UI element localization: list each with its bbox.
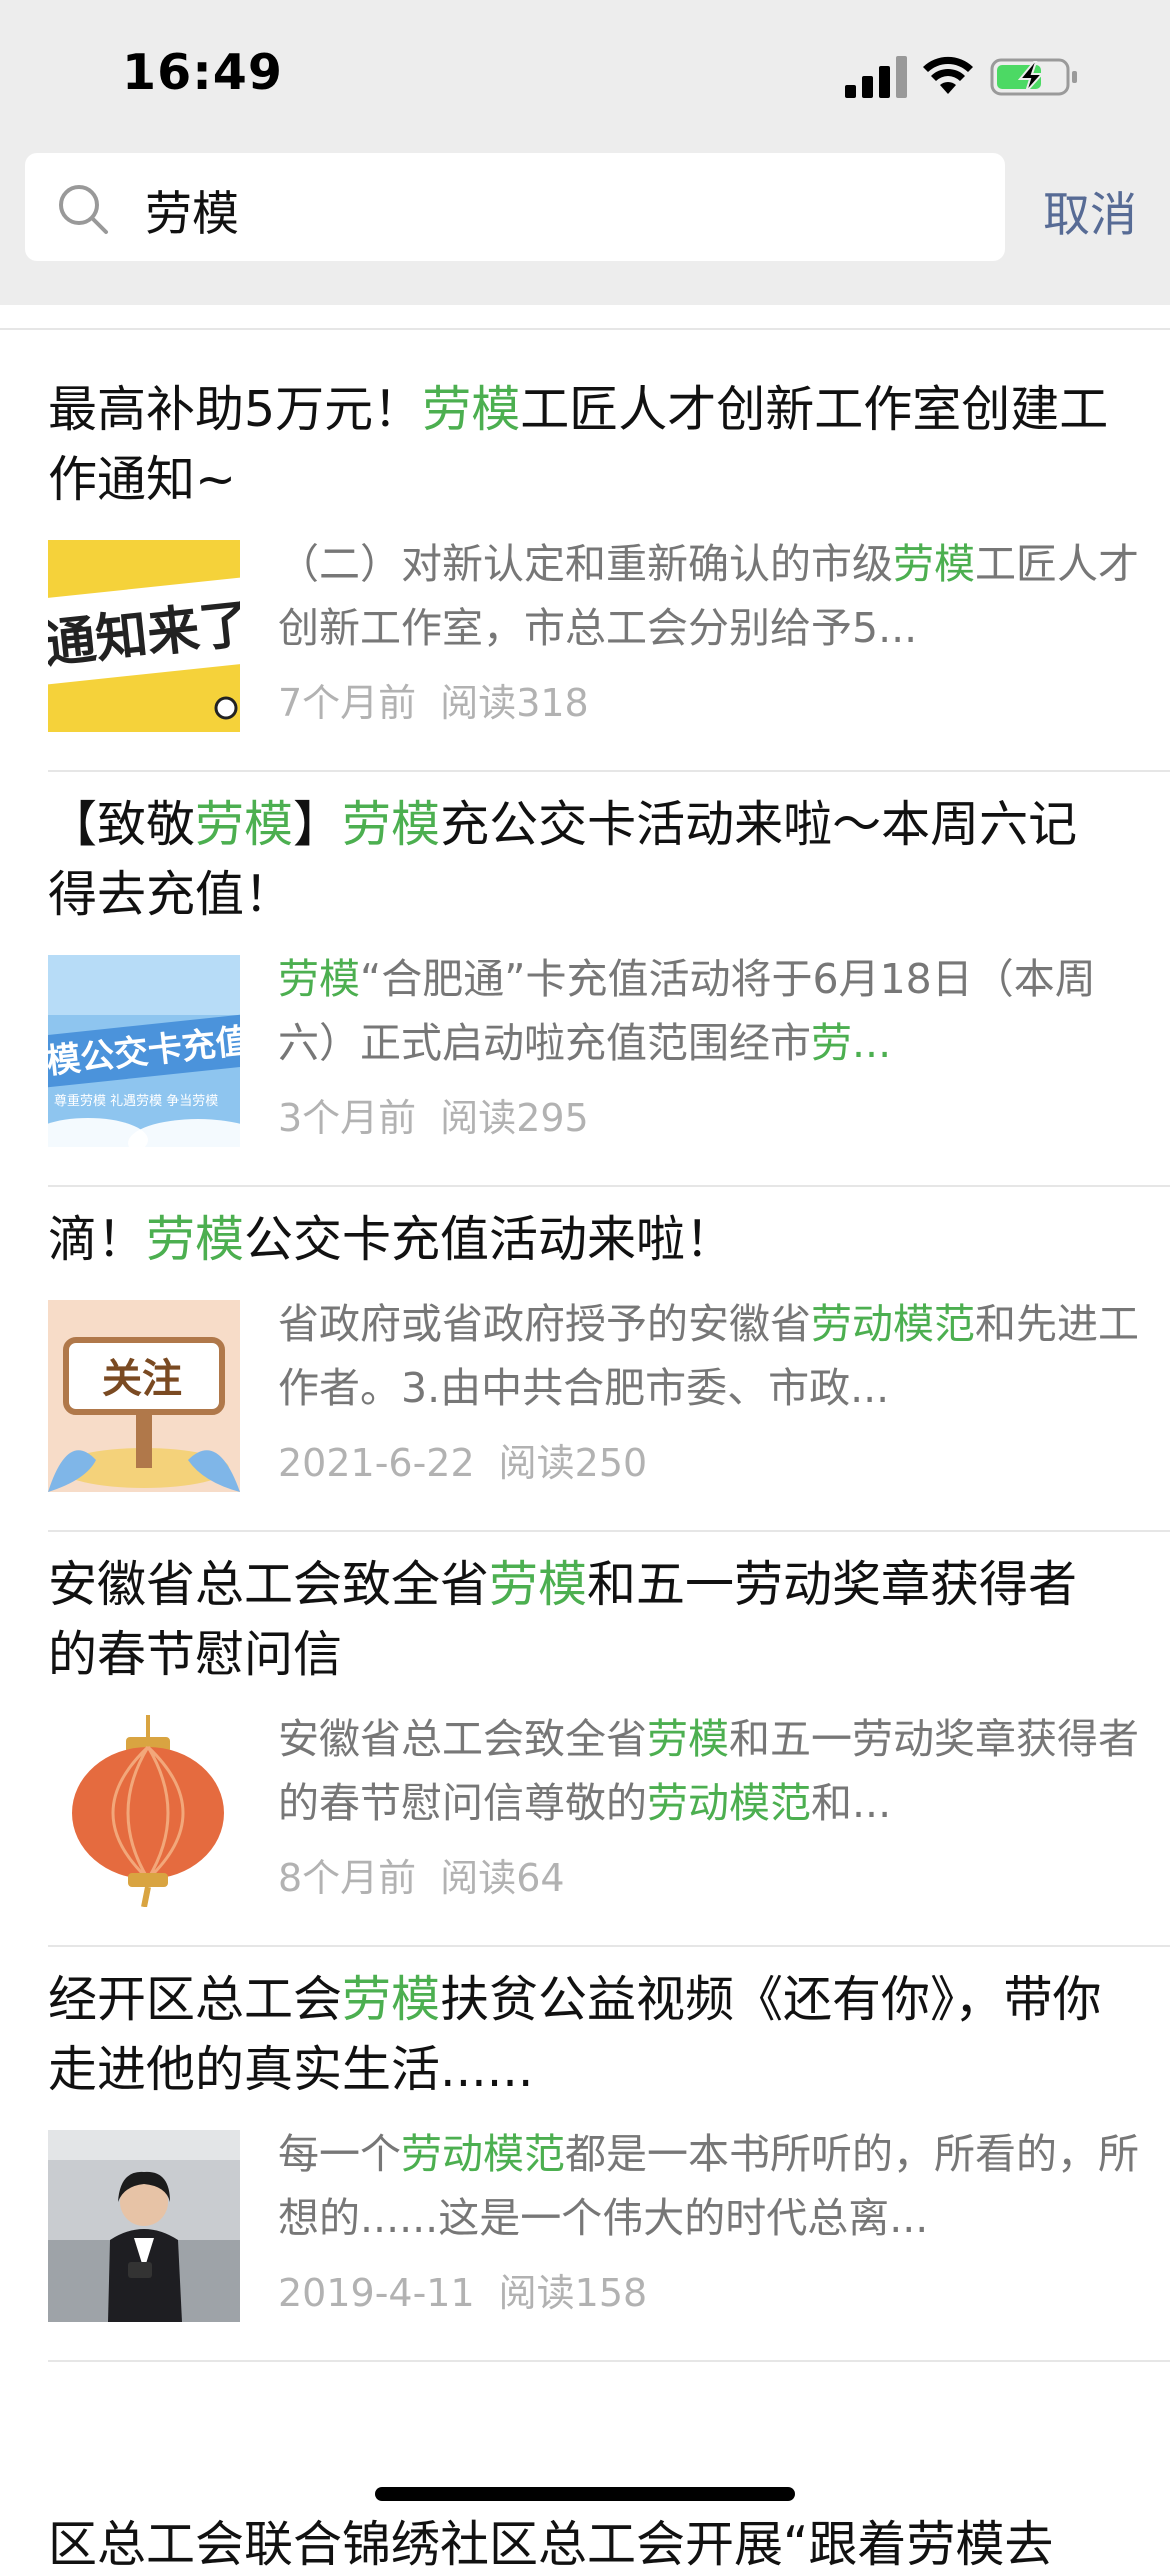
svg-text:尊重劳模 礼遇劳模 争当劳模: 尊重劳模 礼遇劳模 争当劳模 [54, 1093, 218, 1109]
result-read-count: 阅读64 [440, 1856, 565, 1900]
search-input[interactable]: 劳模 [25, 153, 1005, 261]
home-indicator [375, 2487, 795, 2501]
keyword-highlight: 劳动模范 [647, 1779, 811, 1827]
keyword-highlight: 劳模 [195, 796, 294, 853]
title-text: 经开区总工会 [48, 1971, 343, 2028]
keyword-highlight: 劳... [811, 1019, 892, 1067]
keyword-highlight: 劳模 [146, 1211, 245, 1268]
result-time: 8个月前 [278, 1856, 417, 1900]
summary-text: “合肥通”卡充值活动将于6月18日（本周六）正式启动啦充值范围经市 [278, 955, 1096, 1067]
result-time: 2019-4-11 [278, 2271, 475, 2315]
result-thumbnail: 模公交卡充值 尊重劳模 礼遇劳模 争当劳模 [48, 955, 240, 1147]
title-text: 滴！ [48, 1211, 147, 1268]
result-meta: 2021-6-22 阅读250 [278, 1432, 647, 1487]
keyword-highlight: 劳模 [342, 796, 441, 853]
result-item[interactable]: 经开区总工会劳模扶贫公益视频《还有你》，带你走进他的真实生活...... 每一个… [48, 1947, 1170, 2362]
result-meta: 7个月前 阅读318 [278, 672, 589, 727]
keyword-highlight: 劳模 [489, 1556, 588, 1613]
result-title: 安徽省总工会致全省劳模和五一劳动奖章获得者的春节慰问信 [48, 1532, 1120, 1690]
keyword-highlight: 劳模 [278, 955, 360, 1003]
partial-result-title[interactable]: 区总工会联合锦绣社区总工会开展“跟着劳模去 [48, 2505, 1053, 2576]
battery-charging-icon [990, 58, 1077, 96]
title-text: 【致敬 [48, 796, 196, 853]
result-summary: 劳模“合肥通”卡充值活动将于6月18日（本周六）正式启动啦充值范围经市劳... [278, 947, 1148, 1075]
result-summary: 安徽省总工会致全省劳模和五一劳动奖章获得者的春节慰问信尊敬的劳动模范和... [278, 1707, 1148, 1835]
title-text: 安徽省总工会致全省 [48, 1556, 490, 1613]
search-icon [59, 185, 108, 234]
result-time: 2021-6-22 [278, 1441, 475, 1485]
keyword-highlight: 劳模 [893, 540, 975, 588]
title-text: 最高补助5万元！ [48, 381, 423, 438]
result-item[interactable]: 滴！劳模公交卡充值活动来啦！ 关注 省政府或省政府授予的安徽省劳动模范和先进工作… [48, 1187, 1170, 1532]
result-title: 最高补助5万元！劳模工匠人才创新工作室创建工作通知~ [48, 357, 1120, 515]
divider [0, 328, 1170, 357]
keyword-highlight: 劳动模范 [401, 2130, 565, 2178]
search-bar: 劳模 取消 [0, 150, 1170, 270]
result-item[interactable]: 最高补助5万元！劳模工匠人才创新工作室创建工作通知~ 通知来了 （二）对新认定和… [48, 357, 1170, 772]
keyword-highlight: 劳模 [647, 1715, 729, 1763]
result-item[interactable]: 【致敬劳模】劳模充公交卡活动来啦～本周六记得去充值！ 模公交卡充值 尊重劳模 礼… [48, 772, 1170, 1187]
cellular-signal-icon [845, 54, 907, 98]
summary-text: 和... [811, 1779, 892, 1827]
title-text: 公交卡充值活动来啦！ [244, 1211, 735, 1268]
wifi-icon [923, 56, 973, 94]
result-title: 【致敬劳模】劳模充公交卡活动来啦～本周六记得去充值！ [48, 772, 1120, 930]
result-summary: （二）对新认定和重新确认的市级劳模工匠人才创新工作室，市总工会分别给予5... [278, 532, 1148, 660]
result-thumbnail: 关注 [48, 1300, 240, 1492]
result-title: 滴！劳模公交卡充值活动来啦！ [48, 1187, 1120, 1275]
keyword-highlight: 劳动模范 [811, 1300, 975, 1348]
result-thumbnail [48, 1715, 240, 1907]
result-meta: 2019-4-11 阅读158 [278, 2262, 647, 2317]
result-thumbnail: 通知来了 [48, 540, 240, 732]
result-thumbnail [48, 2130, 240, 2322]
keyword-highlight: 劳模 [422, 381, 521, 438]
keyword-highlight: 劳模 [342, 1971, 441, 2028]
summary-text: 每一个 [278, 2130, 401, 2178]
result-time: 3个月前 [278, 1096, 417, 1140]
result-summary: 省政府或省政府授予的安徽省劳动模范和先进工作者。3.由中共合肥市委、市政... [278, 1292, 1148, 1420]
svg-text:关注: 关注 [102, 1356, 182, 1402]
result-read-count: 阅读295 [440, 1096, 589, 1140]
search-results-list: 最高补助5万元！劳模工匠人才创新工作室创建工作通知~ 通知来了 （二）对新认定和… [0, 305, 1170, 2362]
summary-text: 安徽省总工会致全省 [278, 1715, 647, 1763]
header: 16:49 劳模 取消 [0, 0, 1170, 305]
result-summary: 每一个劳动模范都是一本书所听的，所看的，所想的......这是一个伟大的时代总离… [278, 2122, 1148, 2250]
summary-text: 省政府或省政府授予的安徽省 [278, 1300, 811, 1348]
summary-text: （二）对新认定和重新确认的市级 [278, 540, 893, 588]
status-time: 16:49 [122, 44, 283, 101]
result-read-count: 阅读318 [440, 681, 589, 725]
result-read-count: 阅读250 [498, 1441, 648, 1485]
search-query: 劳模 [145, 187, 239, 242]
result-time: 7个月前 [278, 681, 417, 725]
status-bar: 16:49 [0, 0, 1170, 150]
result-meta: 3个月前 阅读295 [278, 1087, 589, 1142]
title-text: 】 [293, 796, 343, 853]
result-read-count: 阅读158 [498, 2271, 648, 2315]
cancel-button[interactable]: 取消 [1043, 176, 1137, 245]
result-item[interactable]: 安徽省总工会致全省劳模和五一劳动奖章获得者的春节慰问信 安徽省总工会致全省劳模和… [48, 1532, 1170, 1947]
result-title: 经开区总工会劳模扶贫公益视频《还有你》，带你走进他的真实生活...... [48, 1947, 1120, 2105]
result-meta: 8个月前 阅读64 [278, 1847, 565, 1902]
